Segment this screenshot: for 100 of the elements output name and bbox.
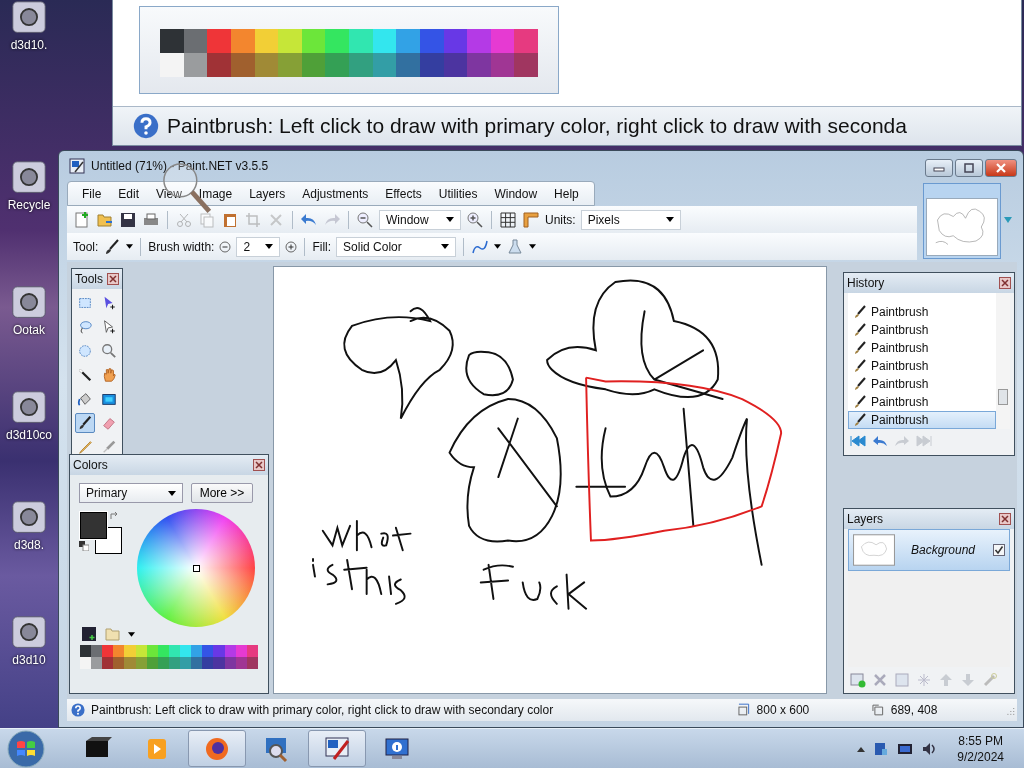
color-marker[interactable] — [193, 565, 200, 572]
desktop-file-icon[interactable] — [9, 500, 49, 536]
menu-item[interactable]: Utilities — [430, 186, 487, 201]
layer-thumbnail — [853, 534, 895, 566]
minimize-button[interactable] — [925, 159, 953, 177]
panel-title: History — [847, 276, 885, 290]
desktop-icon-label[interactable]: Ootak — [13, 323, 45, 337]
caret-icon[interactable] — [126, 244, 134, 249]
start-button[interactable] — [6, 728, 46, 768]
paintbrush-icon — [853, 305, 867, 319]
history-item[interactable]: Paintbrush — [848, 339, 996, 357]
add-color-icon[interactable] — [80, 625, 98, 643]
up-arrow-icon[interactable] — [857, 745, 866, 752]
paintbrush-icon — [853, 377, 867, 391]
palette-strip[interactable] — [80, 645, 258, 657]
paintbrush-icon[interactable] — [103, 237, 122, 256]
close-icon[interactable] — [253, 459, 265, 471]
visibility-checkbox[interactable] — [993, 544, 1005, 556]
status-text: Paintbrush: Left click to draw with primary color, right click to draw with secondary color — [91, 703, 555, 717]
units-dropdown[interactable]: Pixels — [580, 209, 681, 230]
tool-label: Tool: — [73, 239, 99, 254]
menu-item[interactable]: Help — [546, 186, 588, 201]
brush-width-label: Brush width: — [148, 239, 215, 254]
undo-icon[interactable] — [872, 434, 888, 448]
copy-icon[interactable] — [198, 210, 216, 229]
paintbrush-tool-icon[interactable] — [75, 413, 95, 433]
caret-icon — [265, 244, 274, 249]
scrollbar[interactable] — [996, 293, 1010, 429]
history-item[interactable]: Paintbrush — [848, 303, 996, 321]
grid-icon[interactable] — [499, 210, 517, 229]
history-item[interactable]: Paintbrush — [848, 375, 996, 393]
close-button[interactable] — [985, 159, 1017, 177]
menu-item[interactable]: Edit — [110, 186, 149, 201]
desktop-icon-label[interactable]: d3d10co — [5, 428, 52, 442]
menu-item[interactable]: File — [74, 186, 111, 201]
zoom-dropdown[interactable]: Window — [379, 209, 461, 230]
desktop-icon-label[interactable]: Recycle — [7, 198, 51, 212]
ruler-icon[interactable] — [522, 210, 540, 229]
paint-taskbar-button[interactable] — [308, 730, 366, 767]
desktop-file-icon[interactable] — [9, 390, 49, 426]
decrease-icon[interactable] — [219, 240, 232, 253]
history-item[interactable]: Paintbrush — [848, 393, 996, 411]
clock-time[interactable]: 8:55 PM — [958, 732, 1003, 749]
history-item[interactable]: Paintbrush — [848, 357, 996, 375]
window-title: Untitled (71%) - Paint.NET v3.5.5 — [91, 159, 269, 173]
zoom-out-icon[interactable] — [356, 210, 374, 229]
clock-date[interactable]: 9/2/2024 — [957, 748, 1004, 765]
swap-icon[interactable] — [109, 511, 119, 521]
history-item[interactable]: Paintbrush — [848, 411, 996, 429]
new-file-icon[interactable] — [73, 210, 91, 229]
caret-icon — [168, 490, 176, 496]
palette-strip[interactable] — [80, 657, 258, 669]
network-icon[interactable] — [873, 740, 890, 757]
fill-dropdown[interactable]: Solid Color — [336, 236, 457, 257]
menu-item[interactable]: Layers — [241, 186, 295, 201]
rewind-icon[interactable] — [850, 434, 866, 448]
save-icon[interactable] — [119, 210, 137, 229]
paintbrush-icon — [853, 323, 867, 337]
layer-name: Background — [910, 543, 977, 557]
paintbrush-icon — [853, 413, 867, 427]
color-swatches-drawing[interactable] — [79, 511, 123, 555]
caret-icon[interactable] — [128, 631, 135, 637]
palette-strip[interactable] — [160, 29, 538, 53]
thumbnail-drawing — [926, 198, 998, 256]
fill-label: Fill: — [312, 239, 332, 254]
resize-grip-icon[interactable] — [1005, 705, 1015, 715]
desktop-file-icon[interactable] — [9, 0, 49, 36]
menu-item[interactable]: Effects — [377, 186, 431, 201]
menu-item[interactable]: Adjustments — [294, 186, 378, 201]
app-icon — [69, 158, 85, 174]
maximize-button[interactable] — [955, 159, 983, 177]
zoom-tool-icon[interactable] — [99, 341, 119, 361]
cursor-position-icon — [871, 703, 885, 717]
desktop-file-icon[interactable] — [9, 615, 49, 651]
image-thumbnail[interactable] — [923, 183, 1001, 259]
palette-strip[interactable] — [160, 53, 538, 77]
canvas-drawing[interactable] — [273, 266, 827, 694]
status-text: Paintbrush: Left click to draw with primary color, right click to draw with seconda — [167, 114, 907, 138]
desktop-icon-label[interactable]: d3d10 — [12, 653, 46, 667]
desktop-icon-label[interactable]: d3d10. — [10, 38, 48, 52]
menu-item[interactable]: Window — [486, 186, 547, 201]
more-button[interactable]: More >> — [191, 483, 253, 503]
desktop-file-icon[interactable] — [9, 285, 49, 321]
zoom-in-icon[interactable] — [466, 210, 484, 229]
increase-icon[interactable] — [285, 240, 298, 253]
close-icon[interactable] — [999, 513, 1011, 525]
color-mode-dropdown[interactable]: Primary — [79, 483, 183, 503]
cursor-position-text: 689, 408 — [890, 703, 939, 717]
brush-width-dropdown[interactable]: 2 — [236, 236, 281, 257]
layer-row[interactable]: Background — [848, 529, 1010, 571]
caret-icon[interactable] — [494, 244, 502, 249]
close-icon[interactable] — [999, 277, 1011, 289]
browser-taskbar-button[interactable] — [188, 730, 246, 767]
history-item[interactable]: Paintbrush — [848, 321, 996, 339]
desktop-file-icon[interactable] — [9, 160, 49, 196]
menu-item[interactable]: Image — [190, 186, 242, 201]
close-icon[interactable] — [107, 273, 119, 285]
desktop-icon-label[interactable]: d3d8. — [14, 538, 44, 552]
caret-icon[interactable] — [529, 244, 537, 249]
reset-colors-icon[interactable] — [79, 541, 89, 551]
